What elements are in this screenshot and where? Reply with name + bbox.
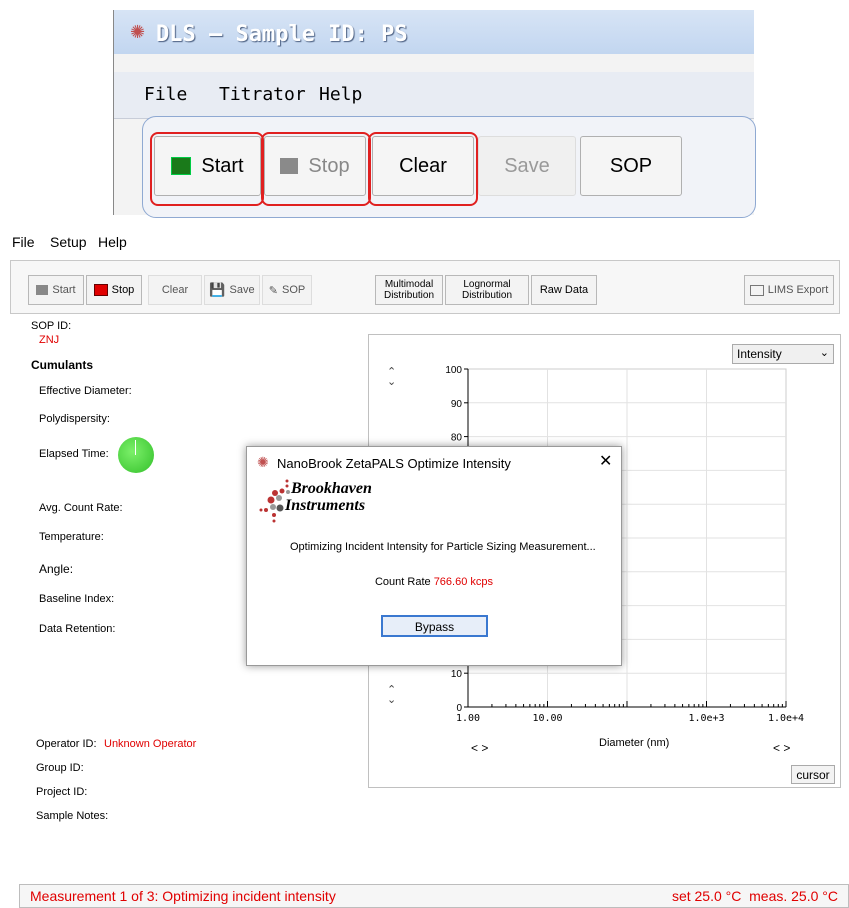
dialog-message: Optimizing Incident Intensity for Partic… bbox=[290, 541, 596, 553]
start-button[interactable]: Start bbox=[28, 275, 84, 305]
y-tick-label: 90 bbox=[451, 399, 463, 410]
temperature-status: set 25.0 °C meas. 25.0 °C bbox=[671, 888, 838, 904]
sop-id-value: ZNJ bbox=[39, 334, 60, 346]
old-menu-help[interactable]: Help bbox=[319, 84, 362, 105]
cumulants-heading: Cumulants bbox=[31, 358, 94, 372]
dial-hand bbox=[135, 440, 136, 455]
count-rate-label: Count Rate bbox=[374, 576, 431, 588]
x-tick-label: 1.0e+3 bbox=[688, 713, 724, 724]
logo-line1: Brookhaven bbox=[291, 480, 372, 497]
old-title-bar: ✺ DLS – Sample ID: PS bbox=[114, 10, 754, 54]
start-icon bbox=[36, 285, 49, 295]
cursor-button[interactable]: cursor bbox=[791, 765, 835, 784]
count-rate-line: Count Rate 766.60 kcps bbox=[247, 576, 621, 588]
x-axis-label: Diameter (nm) bbox=[599, 737, 670, 749]
x-tick-label: 1.00 bbox=[456, 713, 480, 724]
temperature-label: Temperature: bbox=[39, 531, 104, 543]
operator-id-label: Operator ID: bbox=[36, 738, 97, 750]
raw-data-button[interactable]: Raw Data bbox=[531, 275, 597, 305]
x-tick-label: 1.0e+4 bbox=[768, 713, 804, 724]
elapsed-time-dial bbox=[118, 437, 154, 473]
old-menu-titrator[interactable]: Titrator bbox=[219, 84, 306, 105]
old-window-title: DLS – Sample ID: PS bbox=[156, 22, 408, 47]
project-id-label: Project ID: bbox=[36, 786, 88, 798]
menu-file[interactable]: File bbox=[12, 234, 35, 250]
sop-id-label: SOP ID: bbox=[31, 320, 72, 332]
app-icon: ✺ bbox=[257, 454, 269, 470]
stop-icon bbox=[93, 284, 108, 296]
elapsed-time-label: Elapsed Time: bbox=[39, 448, 109, 460]
status-message: Measurement 1 of 3: Optimizing incident … bbox=[30, 888, 336, 904]
x-tick-label: 10.00 bbox=[532, 713, 562, 724]
count-rate-value: 766.60 kcps bbox=[433, 576, 494, 588]
multimodal-distribution-button[interactable]: Multimodal Distribution bbox=[375, 275, 443, 305]
group-id-label: Group ID: bbox=[36, 762, 84, 774]
old-save-button[interactable]: Save bbox=[478, 136, 576, 196]
close-icon[interactable]: ✕ bbox=[599, 451, 612, 471]
logo-line2: Instruments bbox=[285, 497, 366, 514]
angle-label: Angle: bbox=[39, 562, 74, 576]
effective-diameter-label: Effective Diameter: bbox=[39, 385, 132, 397]
avg-count-rate-label: Avg. Count Rate: bbox=[39, 502, 123, 514]
old-window-inset: ✺ DLS – Sample ID: PS File Titrator Help… bbox=[113, 10, 756, 218]
stop-button[interactable]: Stop bbox=[86, 275, 142, 305]
x-scroll-right-arrows[interactable]: < > bbox=[773, 741, 790, 755]
polydispersity-label: Polydispersity: bbox=[39, 413, 110, 425]
sample-notes-label: Sample Notes: bbox=[36, 810, 109, 822]
pencil-icon: ✎ bbox=[268, 284, 278, 297]
highlight-start bbox=[150, 132, 264, 206]
app-icon: ✺ bbox=[130, 22, 146, 42]
menu-help[interactable]: Help bbox=[98, 234, 127, 250]
y-tick-label: 10 bbox=[451, 669, 463, 680]
bypass-button[interactable]: Bypass bbox=[381, 615, 488, 637]
status-bar: Measurement 1 of 3: Optimizing incident … bbox=[19, 884, 849, 908]
old-menu-file[interactable]: File bbox=[144, 84, 187, 105]
operator-id-value: Unknown Operator bbox=[104, 738, 197, 750]
optimize-intensity-dialog: ✺ NanoBrook ZetaPALS Optimize Intensity … bbox=[246, 446, 622, 666]
data-retention-label: Data Retention: bbox=[39, 623, 116, 635]
y-tick-label: 100 bbox=[445, 365, 462, 376]
old-menu-bar: File Titrator Help bbox=[114, 72, 754, 119]
x-scroll-left-arrows[interactable]: < > bbox=[471, 741, 488, 755]
baseline-index-label: Baseline Index: bbox=[39, 593, 115, 605]
highlight-stop bbox=[261, 132, 371, 206]
menu-setup[interactable]: Setup bbox=[50, 234, 87, 250]
sop-button[interactable]: ✎ SOP bbox=[262, 275, 312, 305]
lims-icon bbox=[749, 284, 764, 296]
highlight-clear bbox=[368, 132, 478, 206]
save-button[interactable]: 💾 Save bbox=[204, 275, 260, 305]
old-sop-button[interactable]: SOP bbox=[580, 136, 682, 196]
lims-export-button[interactable]: LIMS Export bbox=[744, 275, 834, 305]
clear-button[interactable]: Clear bbox=[148, 275, 202, 305]
dialog-title: NanoBrook ZetaPALS Optimize Intensity bbox=[277, 456, 511, 471]
lognormal-distribution-button[interactable]: Lognormal Distribution bbox=[445, 275, 529, 305]
floppy-icon: 💾 bbox=[209, 282, 226, 297]
y-tick-label: 80 bbox=[451, 433, 463, 444]
